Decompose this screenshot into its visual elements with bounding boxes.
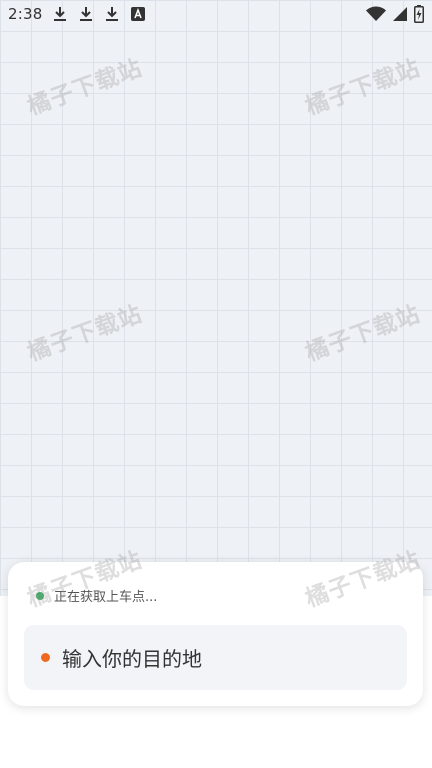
screen: 2:38 正在获取上车点... 输入你的目的地 橘子下载站 橘子下载站 橘子下载… <box>0 0 432 768</box>
destination-placeholder: 输入你的目的地 <box>62 647 202 671</box>
status-bar: 2:38 <box>0 0 432 28</box>
pickup-dot-icon <box>36 591 44 600</box>
status-right <box>366 5 424 23</box>
download-icon <box>104 6 120 22</box>
a-box-icon <box>130 6 146 22</box>
signal-icon <box>392 6 408 22</box>
wifi-icon <box>366 6 386 22</box>
destination-dot-icon <box>41 653 50 662</box>
pickup-row[interactable]: 正在获取上车点... <box>36 586 157 605</box>
map-view[interactable] <box>0 0 432 600</box>
battery-icon <box>414 5 424 23</box>
ride-request-card: 正在获取上车点... 输入你的目的地 <box>8 562 423 706</box>
destination-input[interactable]: 输入你的目的地 <box>24 625 407 690</box>
status-left: 2:38 <box>8 5 146 23</box>
download-icon <box>78 6 94 22</box>
pickup-status-text: 正在获取上车点... <box>54 590 158 605</box>
download-icon <box>52 6 68 22</box>
status-time: 2:38 <box>8 5 43 23</box>
